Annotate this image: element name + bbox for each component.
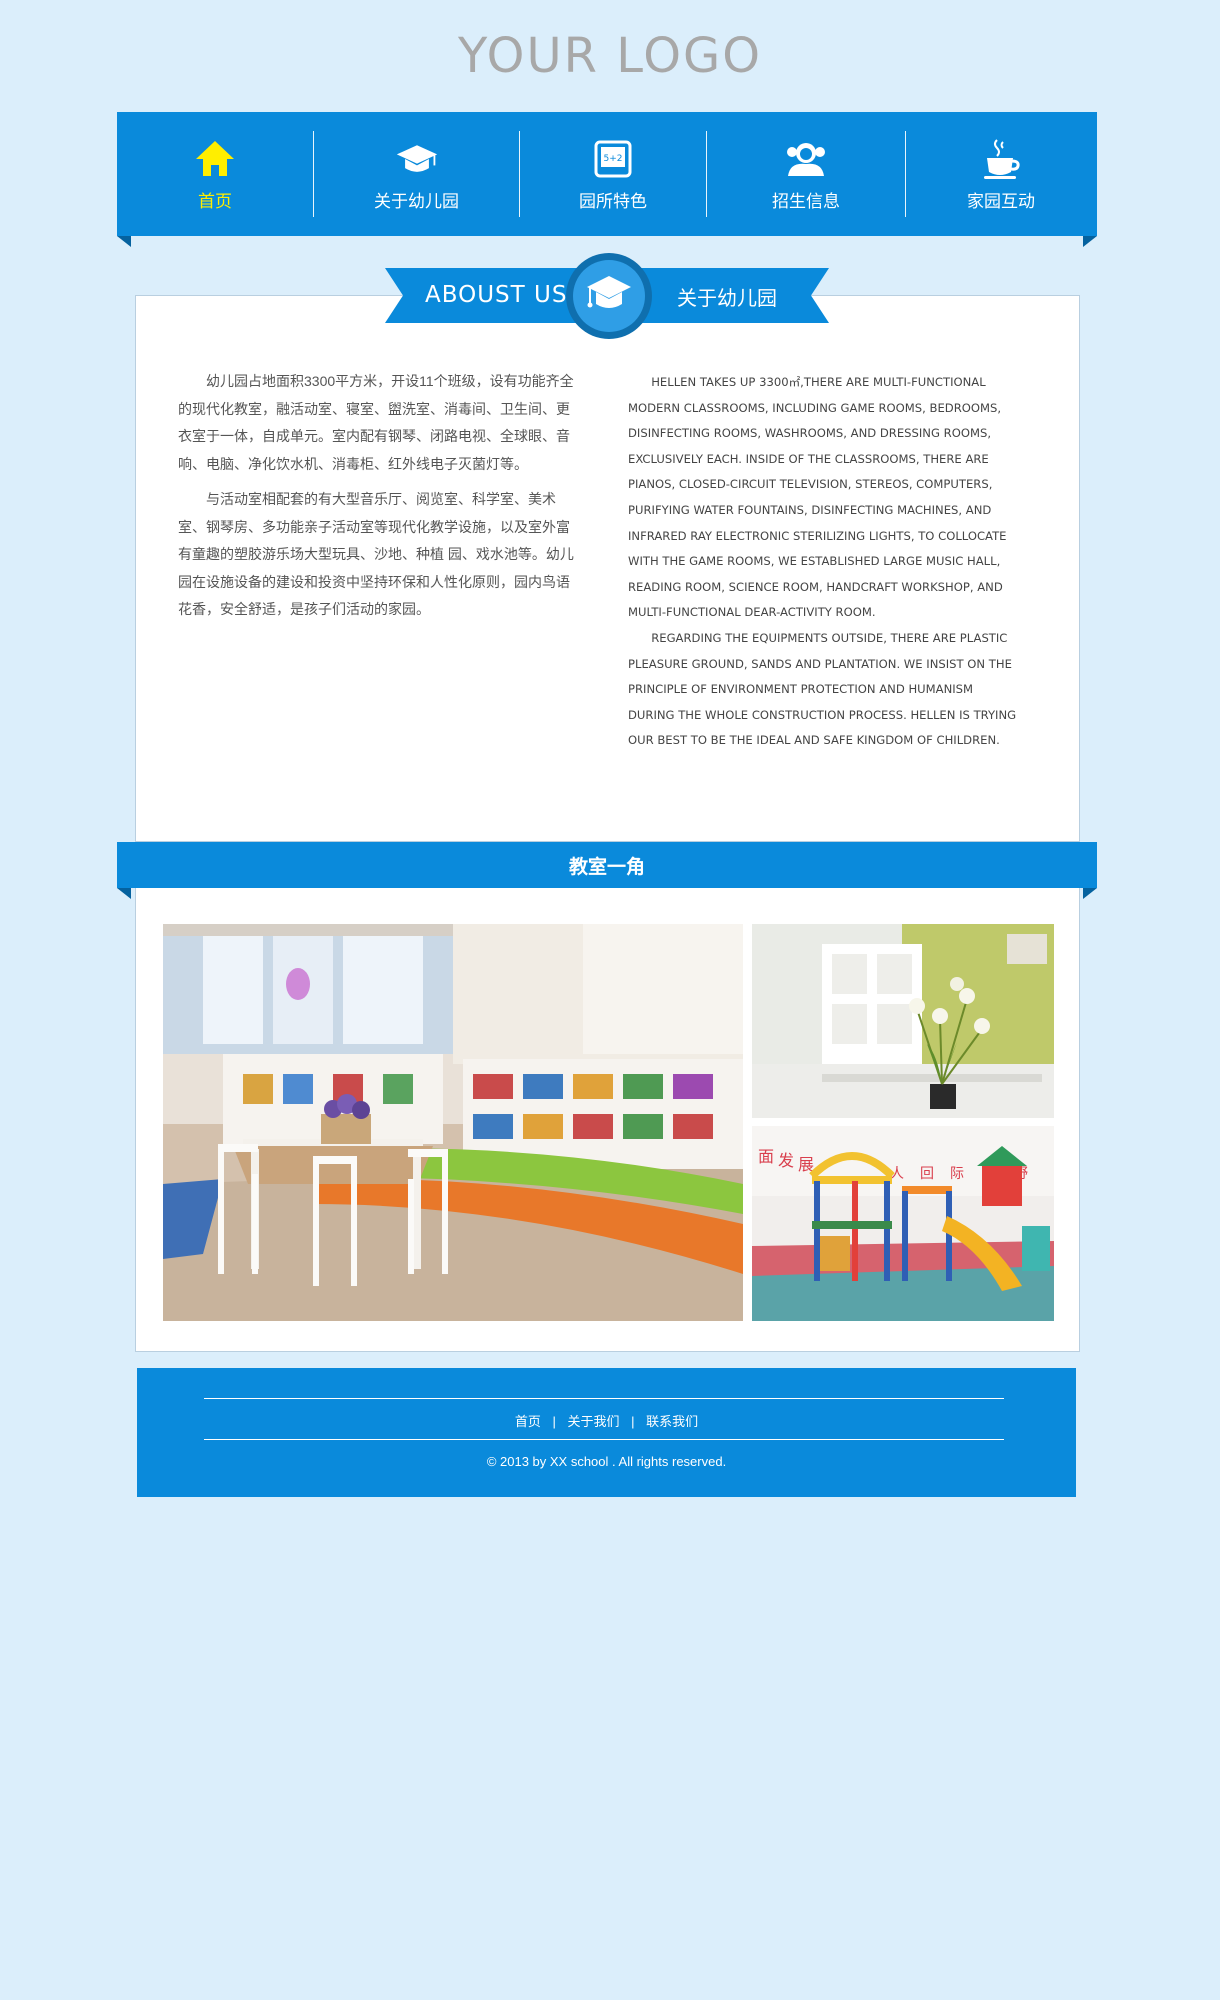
nav-item-features[interactable]: 5+2 园所特色 — [520, 112, 706, 236]
site-footer: 首页 | 关于我们 | 联系我们 © 2013 by XX school . A… — [137, 1368, 1076, 1497]
graduation-cap-icon — [395, 137, 439, 181]
coffee-cup-icon — [979, 137, 1023, 181]
about-cn-paragraph: 与活动室相配套的有大型音乐厅、阅览室、科学室、美术室、钢琴房、多功能亲子活动室等… — [178, 491, 574, 617]
footer-link-home[interactable]: 首页 — [515, 1414, 541, 1429]
footer-separator: | — [631, 1414, 635, 1429]
about-en-paragraph: HELLEN TAKES UP 3300㎡,THERE ARE MULTI-FU… — [628, 375, 1007, 620]
footer-divider — [204, 1398, 1004, 1399]
playground-sign: 回 — [920, 1166, 934, 1182]
gallery-title: 教室一角 — [568, 856, 645, 878]
playground-sign: 际 — [950, 1166, 964, 1182]
nav-item-enrollment[interactable]: 招生信息 — [707, 112, 905, 236]
nav-label: 园所特色 — [579, 191, 647, 211]
about-cn-paragraph: 幼儿园占地面积3300平方米，开设11个班级，设有功能齐全的现代化教室，融活动室… — [178, 373, 574, 472]
nav-item-interaction[interactable]: 家园互动 — [906, 112, 1096, 236]
gallery-fold-right — [1083, 888, 1097, 899]
footer-link-contact[interactable]: 联系我们 — [646, 1414, 698, 1429]
nav-label: 家园互动 — [967, 191, 1035, 211]
flower-photo[interactable] — [752, 924, 1054, 1118]
nav-label: 关于幼儿园 — [374, 191, 459, 211]
playground-sign: 面 — [758, 1147, 774, 1166]
gallery-fold-left — [117, 888, 131, 899]
gallery-header: 教室一角 — [117, 842, 1097, 888]
footer-separator: | — [552, 1414, 556, 1429]
svg-text:5+2: 5+2 — [604, 154, 623, 164]
footer-divider — [204, 1439, 1004, 1440]
people-icon — [784, 137, 828, 181]
playground-sign: 发 — [778, 1151, 794, 1170]
ribbon-chinese-title: 关于幼儿园 — [677, 288, 777, 310]
classroom-photo[interactable] — [163, 924, 743, 1321]
home-icon — [193, 137, 237, 181]
about-ribbon: ABOUST US 关于幼儿园 — [385, 253, 829, 339]
chalkboard-icon: 5+2 — [591, 137, 635, 181]
site-logo[interactable]: YOUR LOGO — [0, 28, 1220, 84]
main-nav: 首页 关于幼儿园 5+2 园所特色 招生信息 家园互动 — [117, 112, 1097, 236]
playground-photo[interactable]: 面 发 展 人 回 际 野 — [752, 1126, 1054, 1321]
footer-links: 首页 | 关于我们 | 联系我们 — [137, 1411, 1076, 1430]
copyright-text: © 2013 by XX school . All rights reserve… — [486, 1454, 727, 1469]
graduation-cap-icon — [565, 252, 653, 340]
about-english-text: HELLEN TAKES UP 3300㎡,THERE ARE MULTI-FU… — [628, 370, 1023, 754]
nav-fold-left — [117, 236, 131, 247]
ribbon-english-title: ABOUST US — [425, 282, 568, 308]
nav-item-home[interactable]: 首页 — [117, 112, 313, 236]
nav-fold-right — [1083, 236, 1097, 247]
nav-item-about[interactable]: 关于幼儿园 — [314, 112, 519, 236]
about-chinese-text: 幼儿园占地面积3300平方米，开设11个班级，设有功能齐全的现代化教室，融活动室… — [178, 368, 580, 632]
footer-link-about[interactable]: 关于我们 — [567, 1414, 619, 1429]
nav-label: 首页 — [198, 191, 232, 211]
nav-label: 招生信息 — [772, 191, 840, 211]
about-en-paragraph: REGARDING THE EQUIPMENTS OUTSIDE, THERE … — [628, 630, 1017, 748]
